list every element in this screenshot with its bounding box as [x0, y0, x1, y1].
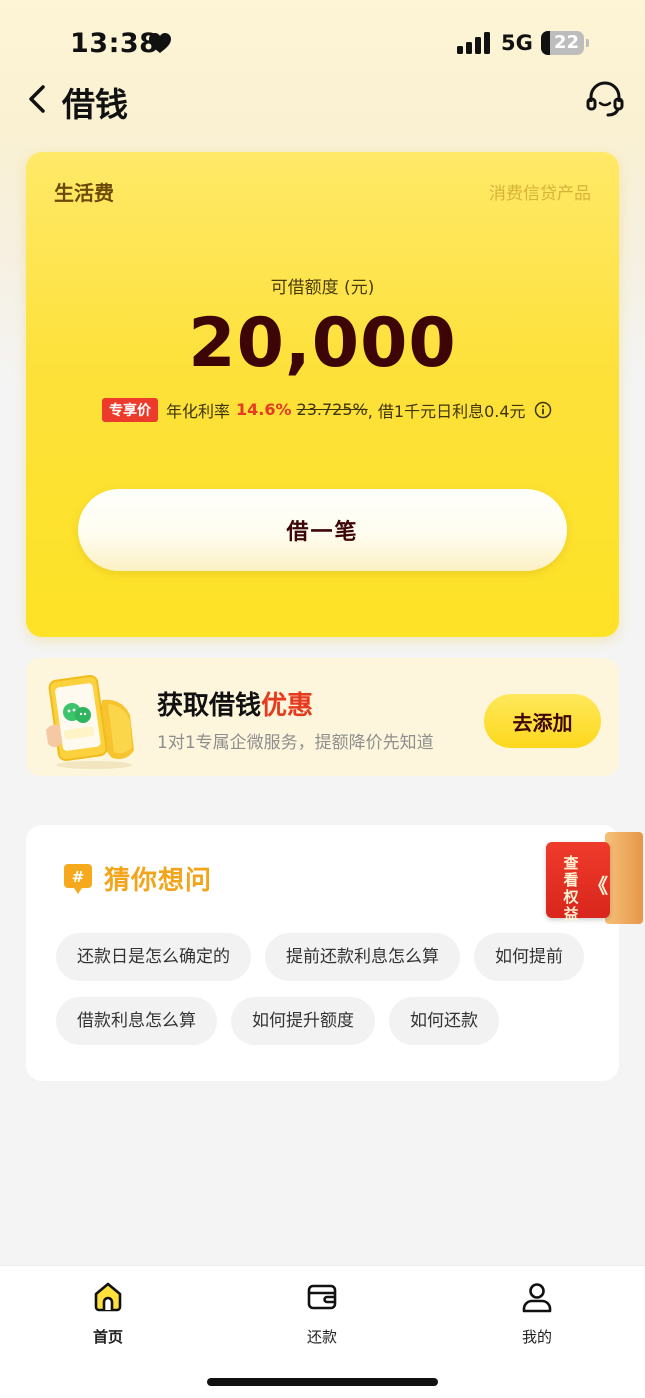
faq-chip[interactable]: 借款利息怎么算 [56, 997, 217, 1045]
card-tag: 生活费 [54, 181, 114, 205]
phone-wechat-illustration [46, 674, 134, 769]
info-icon[interactable] [534, 401, 552, 419]
borrow-button[interactable]: 借一笔 [78, 489, 567, 571]
hashtag-icon: # [64, 864, 92, 894]
wallet-icon [307, 1284, 337, 1310]
status-time: 13:38 [70, 28, 159, 59]
wechat-promo-banner[interactable]: 获取借钱优惠 1对1专属企微服务，提额降价先知道 去添加 [26, 658, 619, 776]
heart-icon [149, 33, 171, 53]
rate-note: , 借1千元日利息0.4元 [367, 401, 526, 421]
network-type: 5G [501, 31, 533, 55]
interest-rate-row: 专享价 年化利率 14.6% 23.725% , 借1千元日利息0.4元 [102, 397, 552, 422]
tab-label: 首页 [92, 1328, 123, 1346]
faq-chip[interactable]: 提前还款利息怎么算 [265, 933, 460, 981]
rate-label: 年化利率 [166, 401, 231, 421]
faq-title: 猜你想问 [104, 866, 213, 896]
limit-label: 可借额度 (元) [270, 278, 375, 298]
benefits-tab-handle [605, 832, 643, 924]
faq-chip[interactable]: 如何提升额度 [231, 997, 375, 1045]
home-indicator[interactable] [207, 1378, 438, 1386]
add-button[interactable]: 去添加 [484, 694, 601, 748]
faq-chip[interactable]: 如何提前 [474, 933, 584, 981]
promo-title-highlight: 优惠 [261, 691, 314, 721]
tab-repay[interactable]: 还款 [262, 1280, 382, 1350]
person-icon [522, 1283, 552, 1313]
tab-home[interactable]: 首页 [48, 1280, 168, 1350]
back-icon[interactable] [26, 82, 52, 116]
faq-chip[interactable]: 如何还款 [389, 997, 499, 1045]
faq-card: # 猜你想问 还款日是怎么确定的 提前还款利息怎么算 如何提前 借款利息怎么算 如何提… [26, 825, 619, 1081]
benefits-label: 查看权益 [563, 854, 579, 923]
limit-value: 20,000 [188, 304, 457, 383]
page-title: 借钱 [62, 85, 128, 124]
tab-label: 我的 [521, 1328, 552, 1346]
promo-subtitle: 1对1专属企微服务，提额降价先知道 [157, 733, 434, 753]
view-benefits-tab[interactable]: 查看权益 《 [543, 832, 645, 927]
tab-label: 还款 [306, 1328, 337, 1346]
faq-chips-row-1: 还款日是怎么确定的 提前还款利息怎么算 如何提前 [56, 933, 589, 981]
rate-value: 14.6% [236, 400, 292, 419]
promo-title-prefix: 获取借钱 [157, 691, 262, 721]
tab-mine[interactable]: 我的 [477, 1280, 597, 1350]
benefits-tab-body: 查看权益 《 [546, 842, 610, 923]
credit-limit-card: 生活费 消费信贷产品 可借额度 (元) 20,000 专享价 年化利率 14.6… [26, 152, 619, 637]
signal-icon [457, 32, 491, 54]
home-icon [94, 1282, 122, 1312]
status-bar: 13:38 5G 22 [0, 0, 645, 90]
original-rate: 23.725% [296, 400, 368, 419]
battery-percent: 22 [553, 32, 580, 53]
faq-chips-row-2: 借款利息怎么算 如何提升额度 如何还款 [56, 997, 589, 1045]
battery-icon: 22 [541, 31, 589, 55]
product-type-label: 消费信贷产品 [489, 184, 591, 204]
exclusive-price-badge: 专享价 [102, 397, 158, 422]
svg-text:#: # [72, 868, 85, 886]
customer-service-icon[interactable] [584, 80, 626, 118]
double-chevron-left-icon: 《 [588, 874, 608, 898]
battery-tip [586, 39, 589, 47]
faq-chip[interactable]: 还款日是怎么确定的 [56, 933, 251, 981]
promo-title: 获取借钱优惠 [157, 685, 313, 722]
